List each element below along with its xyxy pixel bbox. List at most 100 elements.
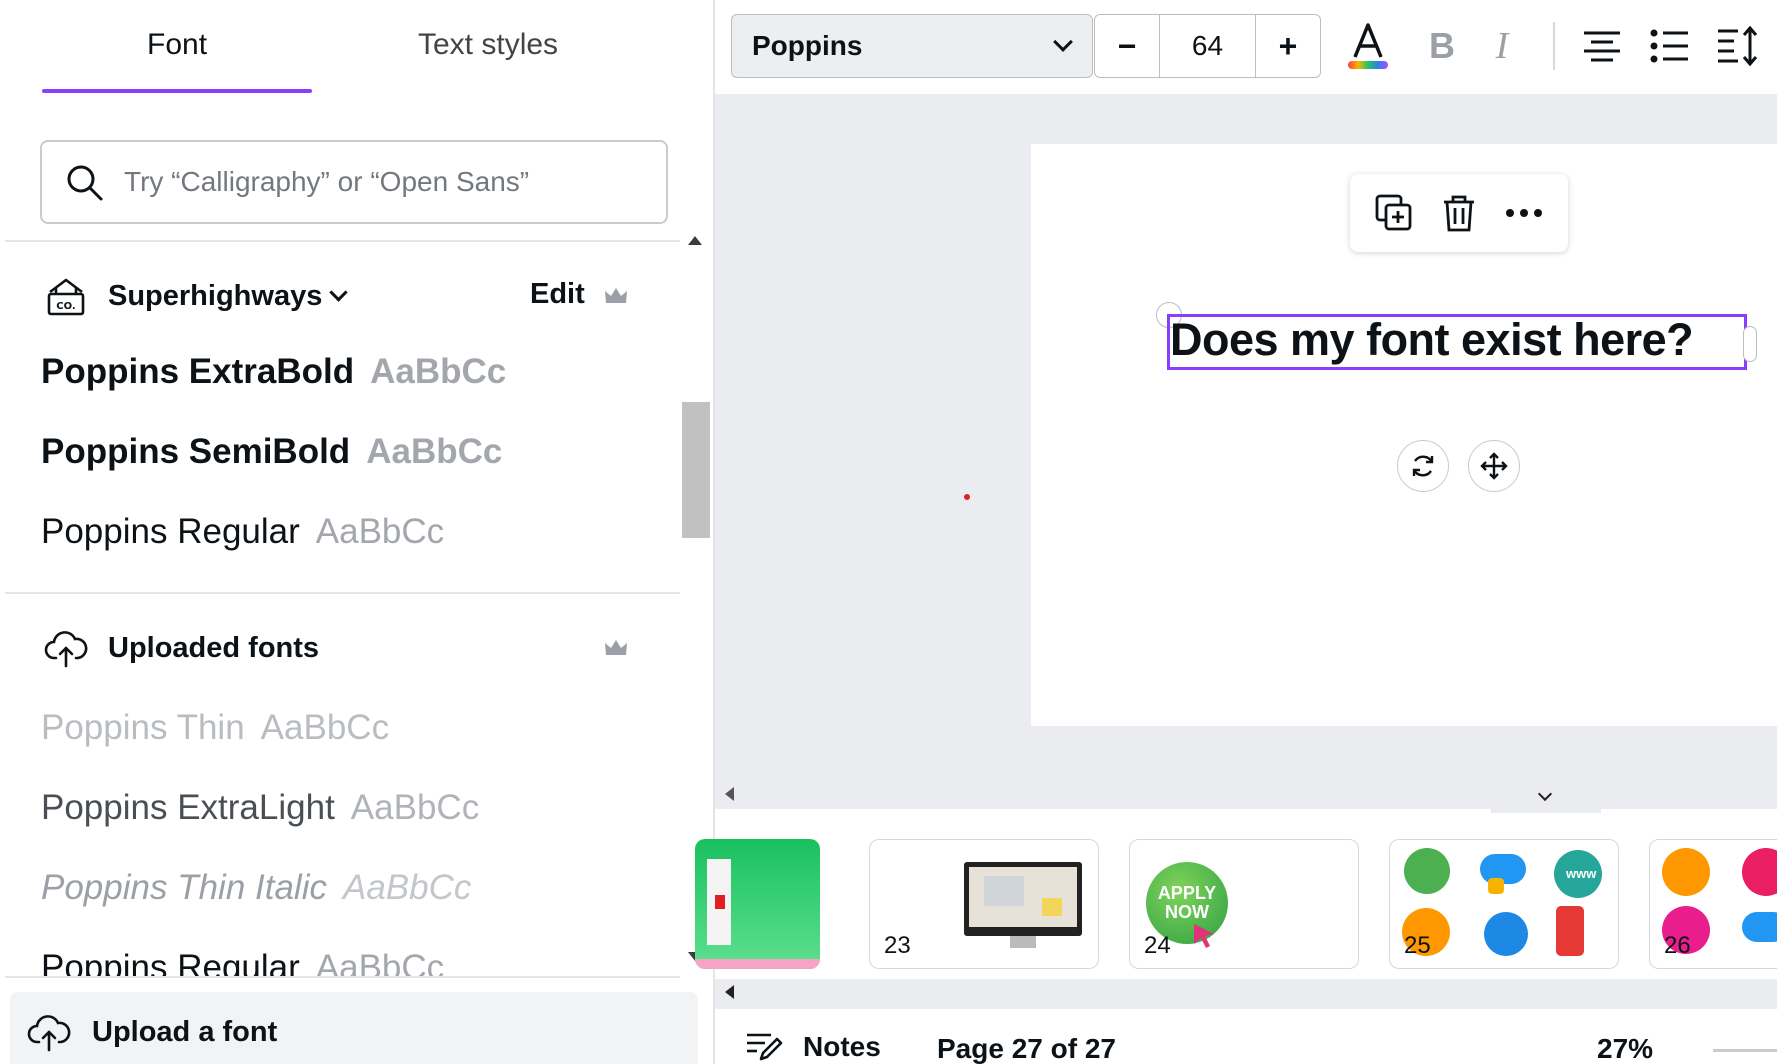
font-sample: AaBbCc [315, 948, 445, 976]
text-color-icon [1348, 23, 1388, 69]
divider [5, 592, 680, 594]
font-sample: AaBbCc [260, 708, 390, 747]
scroll-up-arrow[interactable] [688, 236, 702, 245]
font-option[interactable]: Poppins ExtraBold AaBbCc [41, 352, 506, 392]
brand-kit-selector[interactable]: CO. Superhighways [44, 274, 349, 318]
decrease-font-size-button[interactable]: − [1095, 15, 1159, 77]
brand-kit-icon: CO. [47, 278, 85, 316]
font-option[interactable]: Poppins Regular AaBbCc [41, 512, 444, 552]
font-size-input[interactable]: 64 [1159, 15, 1256, 77]
edit-brand-fonts-link[interactable]: Edit [530, 278, 585, 311]
page-thumbnail[interactable]: 26 [1649, 839, 1777, 969]
font-sample: AaBbCc [315, 512, 445, 551]
scroll-left-arrow[interactable] [725, 787, 734, 801]
bullet-list-icon [1650, 29, 1688, 63]
font-name: Poppins Regular [41, 512, 300, 551]
upload-font-button[interactable]: Upload a font [10, 992, 698, 1064]
font-option[interactable]: Poppins Thin AaBbCc [41, 708, 389, 748]
more-options-button[interactable] [1502, 191, 1546, 235]
move-icon [1480, 452, 1508, 480]
notes-icon [747, 1033, 783, 1061]
duplicate-button[interactable] [1372, 191, 1416, 235]
zoom-slider[interactable] [1713, 1049, 1777, 1052]
more-horizontal-icon [1505, 209, 1542, 217]
selected-text-box[interactable]: Does my font exist here? [1167, 314, 1747, 370]
scroll-left-arrow[interactable] [725, 985, 734, 999]
svg-text:CO.: CO. [56, 301, 75, 312]
font-option[interactable]: Poppins ExtraLight AaBbCc [41, 788, 479, 828]
font-name: Poppins ExtraBold [41, 352, 355, 391]
apply-now-label: APPLY NOW [1157, 883, 1217, 922]
zoom-level[interactable]: 27% [1597, 1033, 1653, 1064]
spacing-button[interactable] [1713, 20, 1763, 72]
rotate-icon [1412, 455, 1434, 477]
text-toolbar: Poppins − 64 + B I [715, 0, 1777, 94]
uploaded-fonts-title: Uploaded fonts [108, 631, 320, 664]
page-number: 24 [1144, 932, 1171, 959]
resize-handle-right[interactable] [1743, 326, 1757, 362]
upload-font-label: Upload a font [92, 1015, 278, 1048]
page-number: 23 [884, 932, 911, 959]
font-option[interactable]: Poppins Thin Italic AaBbCc [41, 868, 471, 908]
notes-button[interactable]: Notes [745, 1031, 881, 1063]
increase-font-size-button[interactable]: + [1256, 15, 1320, 77]
search-icon [67, 165, 103, 201]
toolbar-separator [1553, 22, 1555, 70]
align-center-icon [1584, 31, 1620, 62]
page-thumbnail[interactable]: APPLY NOW 24 [1129, 839, 1359, 969]
bold-button[interactable]: B [1417, 20, 1467, 72]
chevron-down-icon [1053, 32, 1073, 52]
tab-font[interactable]: Font [147, 28, 207, 78]
page-thumbnail-strip: 23 APPLY NOW 24 www 25 26 [695, 779, 1777, 1009]
font-sample: AaBbCc [342, 868, 472, 907]
font-option[interactable]: Poppins Regular AaBbCc [41, 948, 444, 976]
canvas-text: Does my font exist here? [1170, 314, 1694, 365]
font-name: Poppins Regular [41, 948, 300, 976]
list-button[interactable] [1645, 20, 1695, 72]
divider [5, 976, 680, 978]
text-color-button[interactable] [1343, 20, 1393, 72]
font-search-box[interactable] [40, 140, 668, 224]
crown-icon [605, 288, 627, 303]
align-button[interactable] [1577, 20, 1627, 72]
bold-icon: B [1429, 25, 1455, 66]
notes-label: Notes [803, 1031, 881, 1062]
font-option[interactable]: Poppins SemiBold AaBbCc [41, 432, 502, 472]
line-spacing-icon [1718, 26, 1758, 66]
cursor-arrow-icon [1194, 924, 1214, 948]
collapse-pages-button[interactable] [1491, 783, 1601, 813]
page-number: 25 [1404, 932, 1431, 959]
cloud-upload-icon [27, 1015, 71, 1052]
font-sample: AaBbCc [366, 432, 503, 471]
page-thumbnail[interactable] [695, 839, 820, 969]
uploaded-fonts-header: Uploaded fonts [44, 626, 319, 670]
page-thumbnail[interactable]: www 25 [1389, 839, 1619, 969]
brand-kit-name: Superhighways [108, 279, 323, 312]
italic-button[interactable]: I [1477, 20, 1527, 72]
delete-button[interactable] [1437, 191, 1481, 235]
font-name: Poppins Thin [41, 708, 245, 747]
rotate-button[interactable] [1397, 440, 1449, 492]
move-button[interactable] [1468, 440, 1520, 492]
font-panel: Font Text styles CO. Superhighways [0, 0, 714, 1064]
chevron-down-icon [329, 282, 349, 302]
chevron-down-icon [1537, 786, 1553, 802]
panel-scrollbar-thumb[interactable] [682, 402, 710, 538]
divider [5, 240, 680, 242]
font-family-value: Poppins [752, 30, 863, 61]
editor-footer: Notes Page 27 of 27 27% [715, 1009, 1777, 1064]
page-thumbnail[interactable]: 23 [869, 839, 1099, 969]
active-tab-indicator [42, 89, 312, 93]
page-indicator[interactable]: Page 27 of 27 [937, 1033, 1116, 1064]
cloud-upload-icon [44, 631, 88, 668]
page-number: 26 [1664, 932, 1691, 959]
font-family-dropdown[interactable]: Poppins [731, 14, 1093, 78]
tab-text-styles[interactable]: Text styles [418, 28, 558, 78]
cursor-dot [964, 494, 970, 500]
font-search-input[interactable] [124, 166, 644, 198]
canvas-area: Does my font exist here? [715, 94, 1777, 779]
duplicate-icon [1375, 194, 1412, 231]
font-size-stepper: − 64 + [1094, 14, 1321, 78]
font-name: Poppins Thin Italic [41, 868, 327, 907]
trash-icon [1443, 195, 1474, 232]
